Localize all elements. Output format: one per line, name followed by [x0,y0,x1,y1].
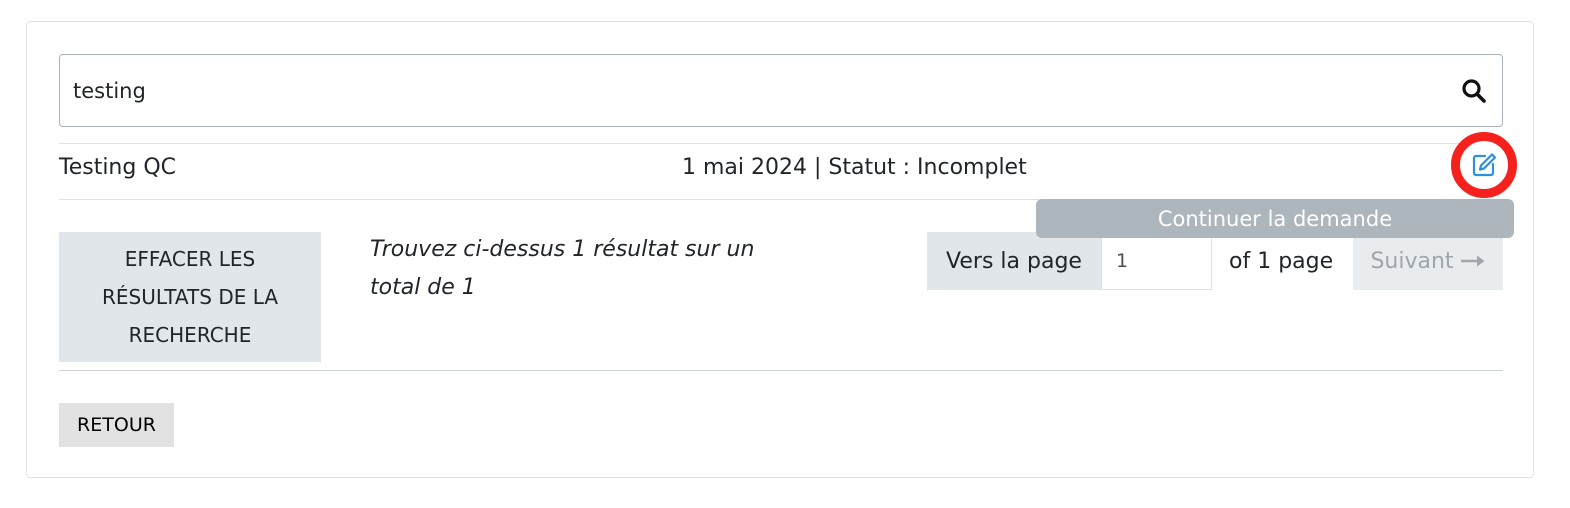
edit-button[interactable] [1451,132,1517,198]
search-icon [1462,78,1486,103]
back-button[interactable]: RETOUR [59,403,174,447]
page-number-input[interactable] [1101,232,1212,290]
search-box [59,54,1503,127]
divider [59,143,1503,144]
results-summary: Trouvez ci-dessus 1 résultat sur un tota… [370,237,755,300]
search-input[interactable] [60,55,1446,126]
edit-icon [1472,153,1497,177]
arrow-right-icon [1460,255,1485,267]
page-total: of 1 page [1229,248,1334,274]
continue-request-tooltip: Continuer la demande [1036,199,1514,238]
result-date-status: 1 mai 2024 | Statut : Incomplet [682,155,1027,180]
divider [59,370,1503,371]
clear-results-button[interactable]: EFFACER LES RÉSULTATS DE LA RECHERCHE [59,232,321,362]
result-title: Testing QC [59,155,177,180]
next-page-button[interactable]: Suivant [1353,232,1503,290]
search-button[interactable] [1446,55,1502,126]
go-to-page-label: Vers la page [927,232,1101,290]
next-label: Suivant [1370,248,1454,274]
